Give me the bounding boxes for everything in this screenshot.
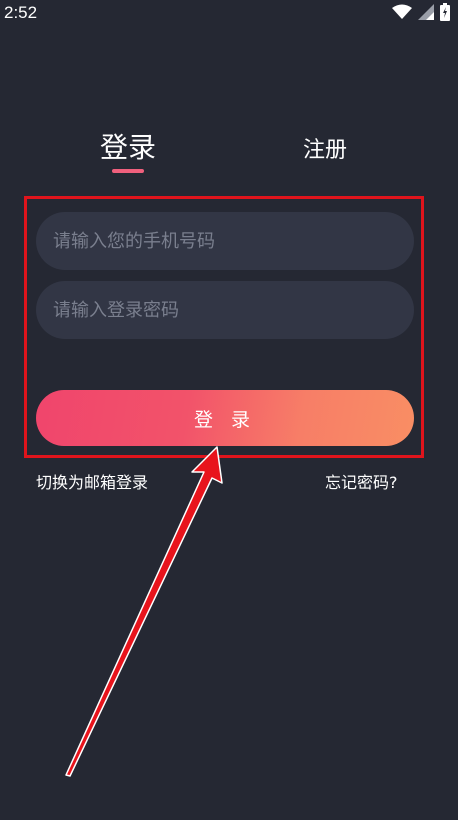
annotation-highlight-box [24, 196, 424, 458]
tab-login[interactable]: 登录 [100, 126, 156, 166]
switch-email-login-link[interactable]: 切换为邮箱登录 [36, 469, 148, 493]
signal-icon [418, 4, 434, 20]
status-bar: 2:52 [0, 0, 458, 26]
status-icons [392, 3, 450, 21]
status-time: 2:52 [4, 3, 38, 22]
battery-icon [440, 3, 450, 21]
active-tab-indicator [112, 169, 144, 173]
wifi-icon [392, 4, 412, 19]
forgot-password-link[interactable]: 忘记密码? [325, 469, 398, 493]
tab-register[interactable]: 注册 [303, 132, 347, 164]
